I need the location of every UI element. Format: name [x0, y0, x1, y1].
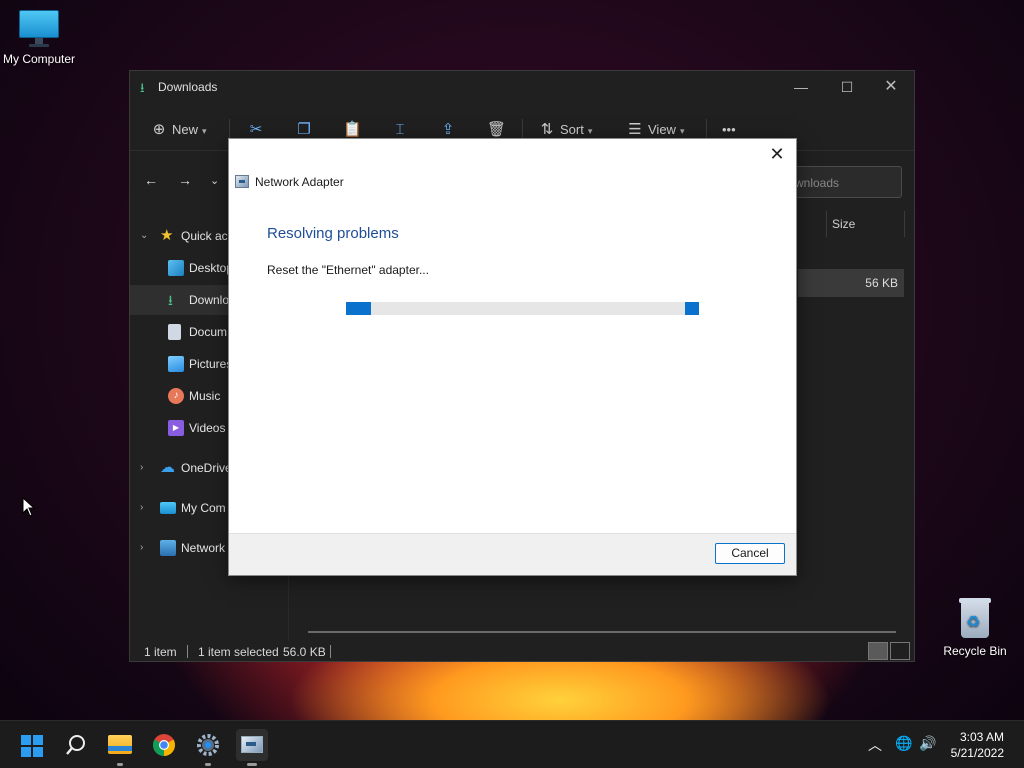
file-size-cell: 56 KB	[865, 276, 898, 290]
explorer-titlebar[interactable]: ⭳ Downloads — ☐ ✕	[130, 71, 914, 103]
file-row-selected[interactable]: 56 KB	[798, 269, 904, 297]
sidebar-item-label: Music	[189, 389, 221, 403]
running-indicator	[247, 763, 257, 766]
star-icon: ★	[160, 227, 174, 244]
network-adapter-icon	[235, 175, 249, 188]
selected-size: 56.0 KB	[283, 645, 326, 659]
start-icon	[21, 735, 43, 757]
desktop-icon-label: My Computer	[2, 52, 76, 66]
sidebar-item-label: Desktop	[189, 261, 234, 275]
dialog-footer: Cancel	[229, 533, 796, 575]
search-icon	[66, 735, 85, 755]
download-icon: ⭳	[168, 292, 173, 308]
globe-icon[interactable]: 🌐	[895, 735, 912, 752]
more-icon: •••	[722, 122, 736, 137]
running-indicator	[205, 763, 211, 766]
window-title: Downloads	[158, 80, 218, 94]
clock-time: 3:03 AM	[959, 730, 1004, 744]
documents-icon	[168, 324, 181, 340]
dialog-message: Reset the "Ethernet" adapter...	[267, 263, 429, 277]
system-clock[interactable]: 3:03 AM 5/21/2022	[951, 729, 1004, 761]
back-arrow-icon[interactable]: ←	[144, 172, 158, 188]
clock-date: 5/21/2022	[950, 746, 1004, 760]
sidebar-item-label: OneDrive	[181, 461, 232, 475]
chevron-down-icon: ⌄	[140, 230, 149, 241]
new-button[interactable]: ⊕ New ▾	[150, 119, 207, 141]
progress-chunk	[346, 302, 371, 315]
new-label: New	[172, 122, 199, 137]
minimize-button[interactable]: —	[786, 77, 816, 97]
chevron-up-icon[interactable]: ︿	[868, 735, 882, 755]
download-icon: ⭳	[140, 80, 145, 95]
chevron-down-icon: ▾	[679, 126, 685, 136]
pictures-icon	[168, 356, 184, 372]
recent-locations-chevron-icon[interactable]: ⌄	[210, 174, 219, 187]
cloud-icon: ☁	[160, 459, 175, 476]
sidebar-item-label: My Com	[181, 501, 226, 515]
taskbar-settings[interactable]	[192, 729, 224, 766]
monitor-icon	[160, 502, 176, 514]
sidebar-item-label: Docum	[189, 325, 228, 339]
taskbar-troubleshooter[interactable]	[236, 729, 268, 766]
file-explorer-icon	[108, 735, 132, 754]
sort-label: Sort	[560, 122, 584, 137]
sidebar-item-label: Videos	[189, 421, 226, 435]
settings-icon	[197, 734, 219, 756]
progress-chunk	[685, 302, 699, 315]
chevron-right-icon: ›	[140, 502, 144, 513]
sidebar-item-label: Pictures	[189, 357, 233, 371]
speaker-icon[interactable]: 🔊	[919, 735, 936, 752]
cancel-button[interactable]: Cancel	[715, 543, 785, 564]
item-count: 1 item	[144, 645, 177, 659]
plus-circle-icon: ⊕	[152, 121, 166, 138]
progress-bar	[346, 302, 699, 315]
start-button[interactable]	[16, 729, 48, 761]
search-placeholder: wnloads	[795, 176, 840, 190]
desktop-icon-recycle-bin[interactable]: ♻ Recycle Bin	[932, 596, 1018, 658]
maximize-button[interactable]: ☐	[832, 77, 862, 97]
close-button[interactable]: ✕	[876, 77, 906, 97]
troubleshooter-icon-detail	[246, 742, 256, 746]
dialog-header: Network Adapter	[235, 175, 344, 193]
desktop-icon-my-computer[interactable]: My Computer	[0, 8, 82, 66]
tiles-view-button[interactable]	[890, 642, 910, 660]
taskbar-chrome[interactable]	[148, 729, 180, 761]
network-icon	[160, 540, 176, 556]
music-icon: ♪	[168, 388, 184, 404]
status-divider	[330, 645, 331, 658]
search-input[interactable]: wnloads	[786, 166, 902, 198]
chevron-right-icon: ›	[140, 542, 144, 553]
column-header-size[interactable]: Size	[818, 211, 908, 237]
details-view-button[interactable]	[868, 642, 888, 660]
chevron-right-icon: ›	[140, 462, 144, 473]
sidebar-item-label: Network	[181, 541, 226, 555]
videos-icon: ▶	[168, 420, 184, 436]
chevron-down-icon: ▾	[587, 126, 593, 136]
close-icon[interactable]: ✕	[766, 143, 788, 165]
sidebar-item-label: Quick ac	[181, 229, 228, 243]
desktop-icon-label: Recycle Bin	[943, 644, 1007, 658]
horizontal-scrollbar[interactable]	[308, 631, 896, 633]
search-button[interactable]	[60, 729, 92, 761]
taskbar: ︿ 🌐 🔊 3:03 AM 5/21/2022	[0, 720, 1024, 768]
status-bar: 1 item 1 item selected 56.0 KB	[130, 641, 914, 663]
column-label: Size	[832, 217, 856, 231]
chevron-down-icon: ▾	[202, 126, 207, 136]
status-divider	[187, 645, 188, 658]
dialog-app-name: Network Adapter	[255, 175, 344, 189]
desktop-folder-icon	[168, 260, 184, 276]
folder-band	[108, 746, 132, 751]
network-adapter-dialog: ✕ Network Adapter Resolving problems Res…	[228, 138, 797, 576]
chrome-icon	[153, 734, 175, 756]
dialog-heading: Resolving problems	[267, 225, 399, 242]
monitor-icon	[17, 8, 61, 48]
recycle-bin-icon: ♻	[957, 596, 993, 640]
running-indicator	[117, 763, 123, 766]
selected-count: 1 item selected	[198, 645, 279, 659]
sidebar-item-label: Downlo	[189, 293, 230, 307]
forward-arrow-icon[interactable]: →	[178, 172, 192, 188]
taskbar-file-explorer[interactable]	[104, 729, 136, 766]
view-label: View	[648, 122, 676, 137]
